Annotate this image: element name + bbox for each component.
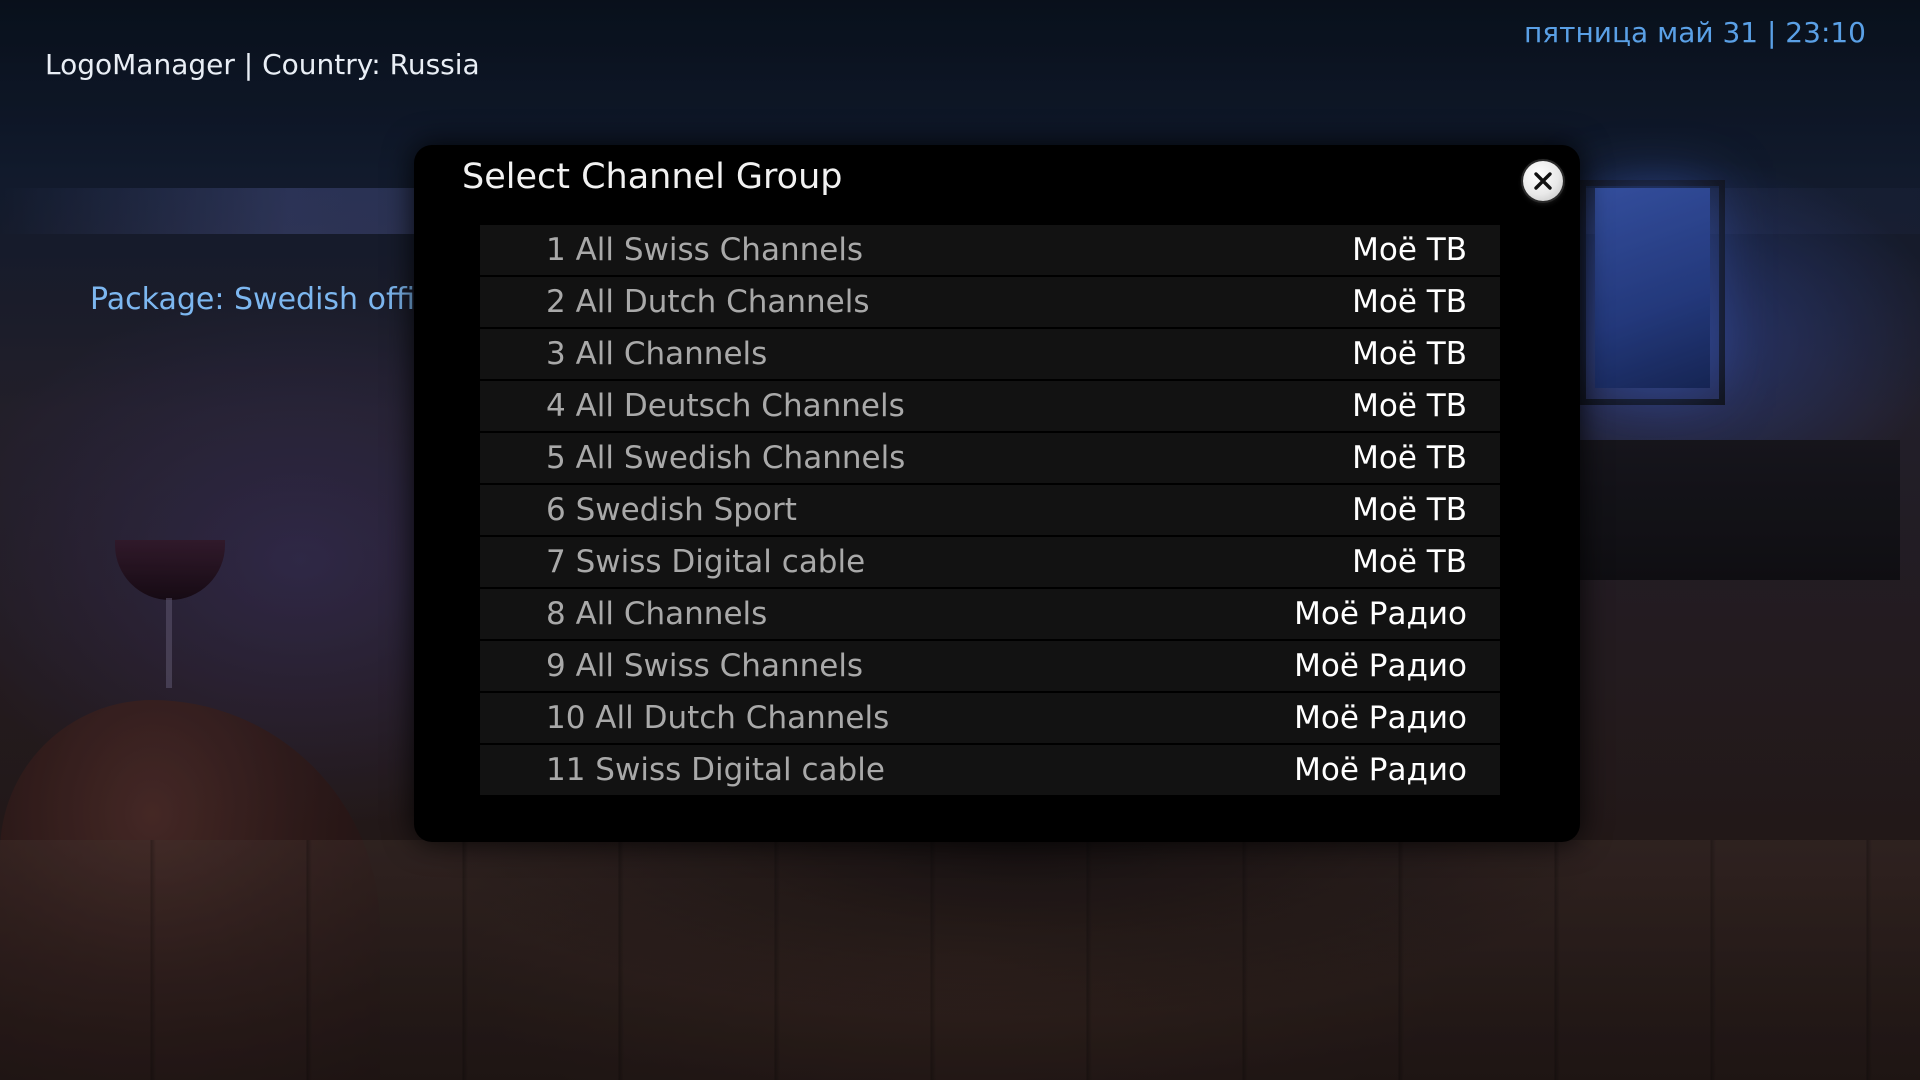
channel-group-label: 11 Swiss Digital cable	[546, 752, 885, 788]
skin-screen: LogoManager | Country: Russia пятница ма…	[0, 0, 1920, 1080]
channel-group-type: Моё Радио	[1294, 752, 1467, 788]
dialog-title: Select Channel Group	[462, 157, 843, 197]
channel-group-label: 5 All Swedish Channels	[546, 440, 906, 476]
channel-group-label: 9 All Swiss Channels	[546, 648, 864, 684]
channel-group-type: Моё ТВ	[1352, 388, 1467, 424]
channel-group-type: Моё Радио	[1294, 700, 1467, 736]
channel-group-list: 1 All Swiss Channels Моё ТВ 2 All Dutch …	[480, 225, 1500, 797]
channel-group-item[interactable]: 7 Swiss Digital cable Моё ТВ	[480, 537, 1500, 587]
channel-group-label: 10 All Dutch Channels	[546, 700, 890, 736]
close-icon	[1534, 172, 1552, 190]
channel-group-item[interactable]: 2 All Dutch Channels Моё ТВ	[480, 277, 1500, 327]
channel-group-label: 6 Swedish Sport	[546, 492, 797, 528]
header-clock: пятница май 31 | 23:10	[1523, 16, 1866, 49]
channel-group-type: Моё Радио	[1294, 596, 1467, 632]
select-channel-group-dialog: Select Channel Group 1 All Swiss Channel…	[414, 145, 1580, 842]
package-label[interactable]: Package: Swedish offic	[90, 278, 420, 322]
channel-group-item[interactable]: 8 All Channels Моё Радио	[480, 589, 1500, 639]
channel-group-label: 1 All Swiss Channels	[546, 232, 864, 268]
channel-group-item[interactable]: 9 All Swiss Channels Моё Радио	[480, 641, 1500, 691]
channel-group-item[interactable]: 4 All Deutsch Channels Моё ТВ	[480, 381, 1500, 431]
channel-group-item[interactable]: 6 Swedish Sport Моё ТВ	[480, 485, 1500, 535]
channel-group-type: Моё ТВ	[1352, 336, 1467, 372]
close-button[interactable]	[1523, 161, 1563, 201]
channel-group-label: 4 All Deutsch Channels	[546, 388, 905, 424]
channel-group-label: 2 All Dutch Channels	[546, 284, 870, 320]
channel-group-item[interactable]: 1 All Swiss Channels Моё ТВ	[480, 225, 1500, 275]
channel-group-item[interactable]: 5 All Swedish Channels Моё ТВ	[480, 433, 1500, 483]
channel-group-item[interactable]: 11 Swiss Digital cable Моё Радио	[480, 745, 1500, 795]
header-title: LogoManager | Country: Russia	[45, 48, 480, 81]
channel-group-type: Моё ТВ	[1352, 284, 1467, 320]
channel-group-label: 3 All Channels	[546, 336, 768, 372]
channel-group-label: 8 All Channels	[546, 596, 768, 632]
channel-group-item[interactable]: 3 All Channels Моё ТВ	[480, 329, 1500, 379]
channel-group-type: Моё ТВ	[1352, 492, 1467, 528]
channel-group-type: Моё ТВ	[1352, 544, 1467, 580]
channel-group-type: Моё ТВ	[1352, 440, 1467, 476]
channel-group-label: 7 Swiss Digital cable	[546, 544, 866, 580]
channel-group-item[interactable]: 10 All Dutch Channels Моё Радио	[480, 693, 1500, 743]
channel-group-type: Моё ТВ	[1352, 232, 1467, 268]
channel-group-type: Моё Радио	[1294, 648, 1467, 684]
